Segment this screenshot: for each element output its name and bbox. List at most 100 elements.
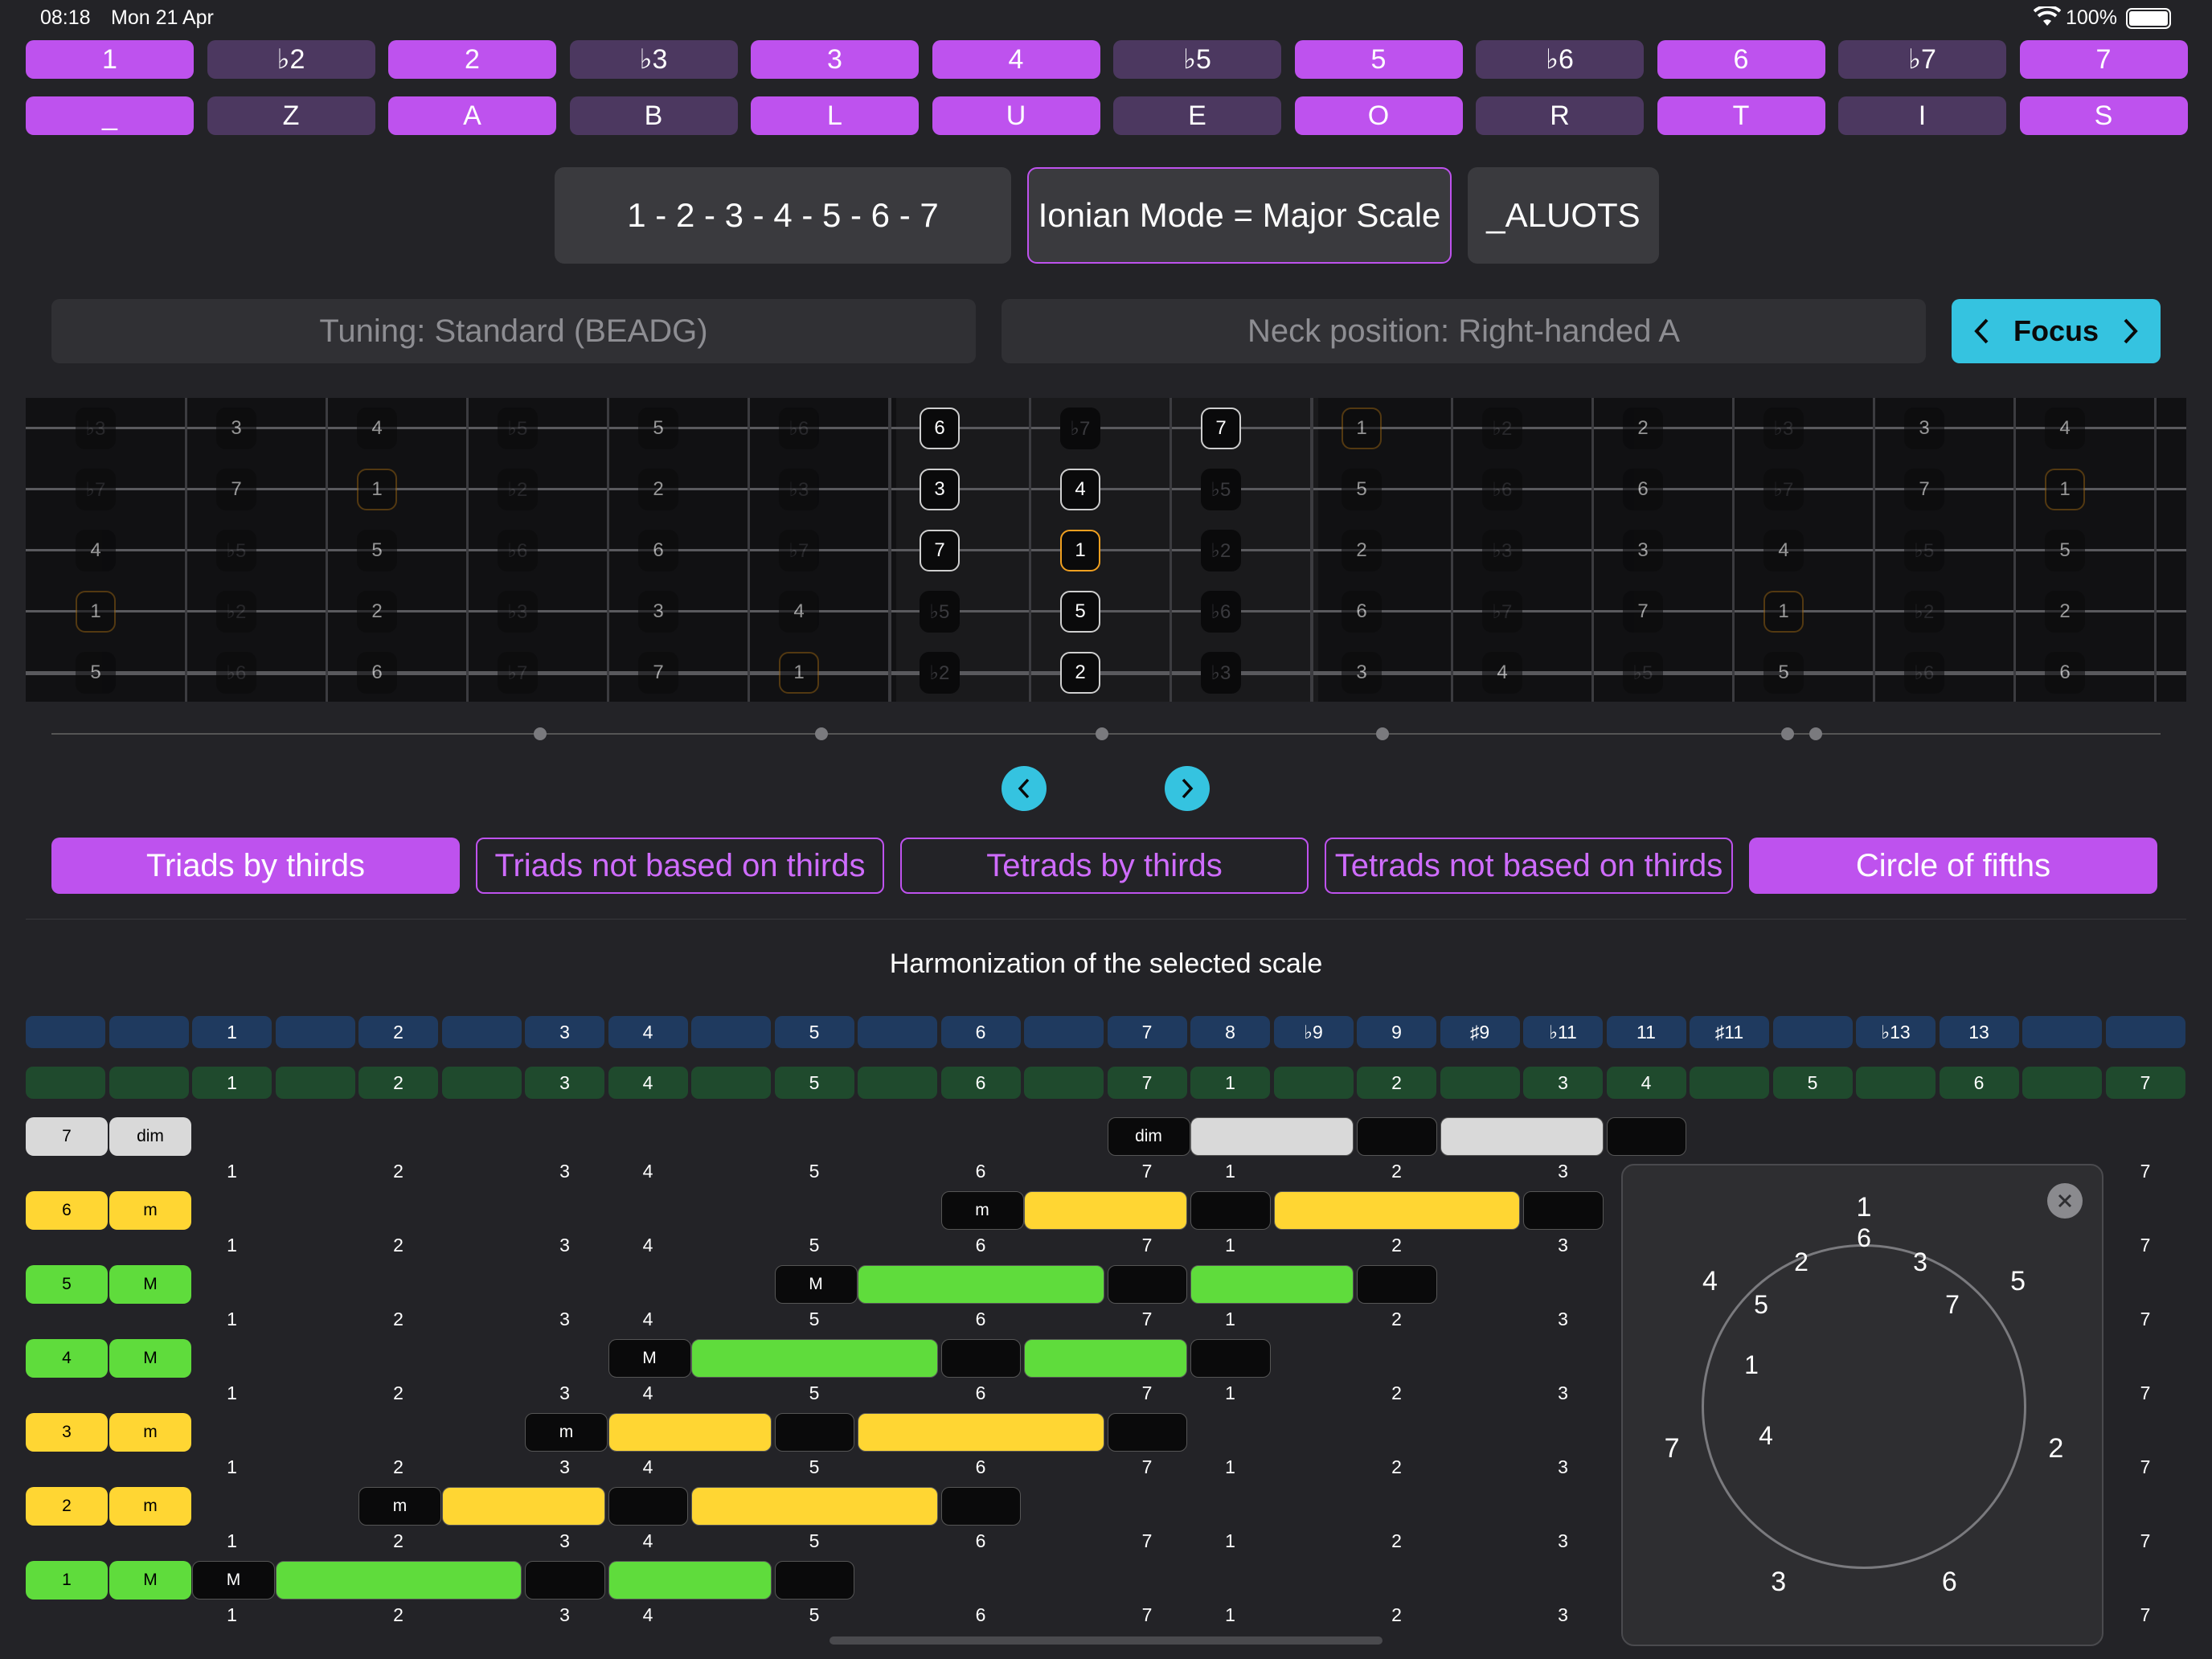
chord-quality[interactable]: M	[109, 1265, 191, 1304]
fret-note[interactable]: ♭6	[498, 530, 538, 571]
chord-quality[interactable]: M	[109, 1339, 191, 1378]
fret-note[interactable]: ♭6	[216, 652, 256, 694]
fret-note[interactable]: 1	[357, 469, 397, 510]
fret-note[interactable]: ♭2	[1904, 591, 1944, 633]
interval-toggle-11[interactable]: 7	[2019, 40, 2188, 79]
fret-note[interactable]: ♭6	[1482, 469, 1522, 510]
interval-toggle-10[interactable]: ♭7	[1838, 40, 2006, 79]
fret-note[interactable]: 6	[920, 408, 960, 449]
tab-0[interactable]: Triads by thirds	[51, 838, 460, 894]
fret-note[interactable]: 3	[1342, 652, 1382, 694]
chevron-left-icon[interactable]	[1972, 317, 1990, 345]
circle-outer-degree[interactable]: 6	[1929, 1567, 1969, 1598]
tab-2[interactable]: Tetrads by thirds	[900, 838, 1309, 894]
fretboard[interactable]: ♭3 3 4 ♭5 5 ♭6 6 ♭7 7 1 ♭2 2 ♭3 3 4 ♭7 7 1 ♭2 2 ♭3 3 4 ♭5 5 ♭6 6 ♭7…	[26, 398, 2186, 702]
tab-1[interactable]: Triads not based on thirds	[476, 838, 884, 894]
fret-note[interactable]: ♭5	[920, 591, 960, 633]
letter-toggle-4[interactable]: L	[751, 96, 919, 135]
fret-note[interactable]: ♭2	[1201, 530, 1241, 571]
chord-degree-3[interactable]: 3	[26, 1413, 108, 1452]
fret-note[interactable]: 5	[2045, 530, 2085, 571]
fret-note[interactable]: 2	[1060, 652, 1100, 694]
tuning-selector[interactable]: Tuning: Standard (BEADG)	[51, 299, 976, 363]
fret-note[interactable]: ♭7	[1763, 469, 1804, 510]
fret-note[interactable]: 4	[1060, 469, 1100, 510]
chord-degree-2[interactable]: 2	[26, 1487, 108, 1526]
scale-name-button[interactable]: Ionian Mode = Major Scale	[1027, 167, 1452, 264]
circle-inner-degree[interactable]: 7	[1932, 1290, 1972, 1320]
interval-toggle-9[interactable]: 6	[1657, 40, 1825, 79]
fret-note[interactable]: 6	[1342, 591, 1382, 633]
fret-note[interactable]: 3	[638, 591, 678, 633]
letter-toggle-11[interactable]: S	[2019, 96, 2188, 135]
letter-toggle-2[interactable]: A	[388, 96, 556, 135]
interval-toggle-0[interactable]: 1	[26, 40, 194, 79]
interval-toggle-1[interactable]: ♭2	[207, 40, 375, 79]
fret-note[interactable]: 7	[638, 652, 678, 694]
fret-note[interactable]: 3	[1623, 530, 1663, 571]
fret-note[interactable]: 6	[357, 652, 397, 694]
fret-note[interactable]: ♭5	[216, 530, 256, 571]
chord-degree-7[interactable]: 7	[26, 1117, 108, 1156]
circle-outer-degree[interactable]: 3	[1759, 1567, 1799, 1598]
fret-note[interactable]: 4	[357, 408, 397, 449]
fret-note[interactable]: ♭6	[1904, 652, 1944, 694]
fret-note[interactable]: 2	[638, 469, 678, 510]
fret-note[interactable]: 4	[76, 530, 116, 571]
circle-outer-degree[interactable]: 2	[2036, 1433, 2076, 1464]
fret-note[interactable]: ♭3	[1482, 530, 1522, 571]
circle-inner-degree[interactable]: 5	[1741, 1290, 1781, 1320]
fret-note[interactable]: 7	[1201, 408, 1241, 449]
fret-note[interactable]: ♭5	[1623, 652, 1663, 694]
interval-toggle-3[interactable]: ♭3	[569, 40, 738, 79]
letter-toggle-9[interactable]: T	[1657, 96, 1825, 135]
letter-toggle-8[interactable]: R	[1476, 96, 1644, 135]
letter-toggle-1[interactable]: Z	[207, 96, 375, 135]
fret-note[interactable]: 2	[357, 591, 397, 633]
fret-note[interactable]: 7	[920, 530, 960, 571]
interval-toggle-4[interactable]: 3	[751, 40, 919, 79]
circle-inner-degree[interactable]: 1	[1731, 1350, 1772, 1380]
fret-note[interactable]: ♭2	[216, 591, 256, 633]
letter-toggle-10[interactable]: I	[1838, 96, 2006, 135]
next-position-button[interactable]	[1165, 766, 1210, 811]
fret-note[interactable]: 4	[1763, 530, 1804, 571]
chord-degree-4[interactable]: 4	[26, 1339, 108, 1378]
fret-note[interactable]: ♭2	[498, 469, 538, 510]
fret-note[interactable]: 5	[1342, 469, 1382, 510]
fret-note[interactable]: 2	[1342, 530, 1382, 571]
fret-note[interactable]: ♭7	[76, 469, 116, 510]
fret-note[interactable]: 1	[1060, 530, 1100, 571]
fret-note[interactable]: ♭2	[1482, 408, 1522, 449]
chevron-right-icon[interactable]	[2122, 317, 2140, 345]
chord-quality[interactable]: M	[109, 1561, 191, 1600]
fret-note[interactable]: ♭7	[779, 530, 819, 571]
tab-3[interactable]: Tetrads not based on thirds	[1325, 838, 1733, 894]
circle-outer-degree[interactable]: 7	[1652, 1433, 1692, 1464]
interval-toggle-8[interactable]: ♭6	[1476, 40, 1644, 79]
letter-toggle-3[interactable]: B	[569, 96, 738, 135]
fret-note[interactable]: ♭7	[1060, 408, 1100, 449]
circle-inner-degree[interactable]: 6	[1844, 1223, 1884, 1253]
fret-note[interactable]: 4	[779, 591, 819, 633]
fret-note[interactable]: ♭6	[1201, 591, 1241, 633]
circle-inner-degree[interactable]: 4	[1746, 1421, 1786, 1451]
fret-note[interactable]: ♭3	[1201, 652, 1241, 694]
chord-degree-1[interactable]: 1	[26, 1561, 108, 1600]
interval-toggle-7[interactable]: 5	[1294, 40, 1463, 79]
fret-note[interactable]: 4	[1482, 652, 1522, 694]
fret-note[interactable]: ♭5	[1904, 530, 1944, 571]
fret-note[interactable]: 1	[1342, 408, 1382, 449]
fret-note[interactable]: ♭3	[1763, 408, 1804, 449]
fret-note[interactable]: 5	[76, 652, 116, 694]
fret-note[interactable]: 6	[2045, 652, 2085, 694]
fret-note[interactable]: 3	[1904, 408, 1944, 449]
fret-note[interactable]: 6	[638, 530, 678, 571]
fret-note[interactable]: ♭3	[779, 469, 819, 510]
fret-note[interactable]: 5	[638, 408, 678, 449]
fret-note[interactable]: 7	[1904, 469, 1944, 510]
chord-quality[interactable]: dim	[109, 1117, 191, 1156]
prev-position-button[interactable]	[1002, 766, 1047, 811]
fret-note[interactable]: 4	[2045, 408, 2085, 449]
interval-toggle-2[interactable]: 2	[388, 40, 556, 79]
